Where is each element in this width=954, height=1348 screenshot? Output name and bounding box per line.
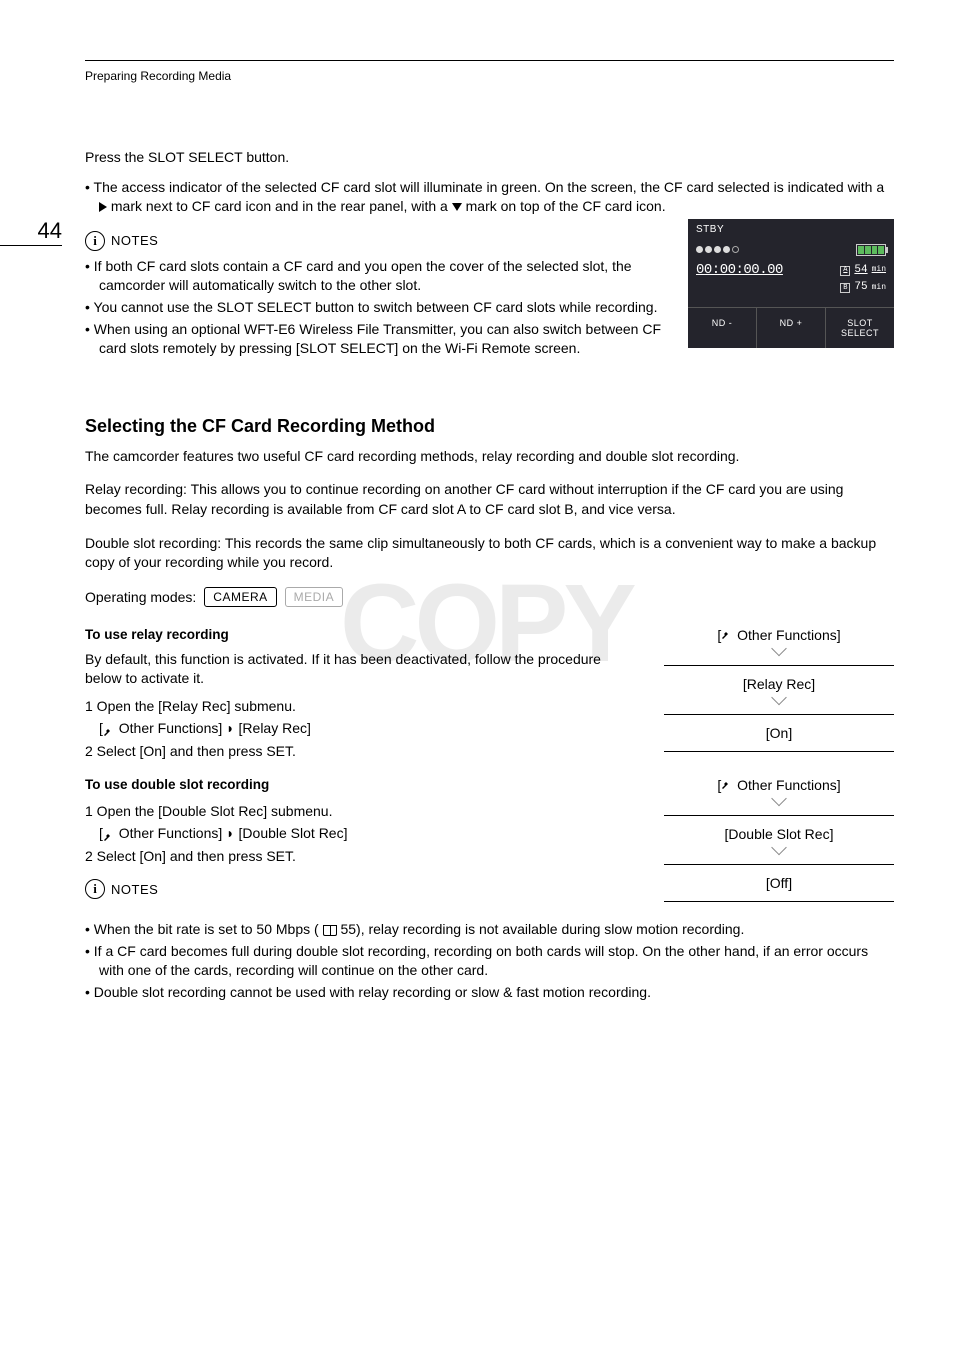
wrench-icon <box>103 724 115 736</box>
mode-camera: CAMERA <box>204 587 276 607</box>
arrow-icon: ◗ <box>226 717 234 739</box>
section-para-2: Relay recording: This allows you to cont… <box>85 480 894 519</box>
section-para-1: The camcorder features two useful CF car… <box>85 447 894 467</box>
info-icon: i <box>85 231 105 251</box>
double-menu-diagram: [ Other Functions] [Double Slot Rec] [Of… <box>664 777 894 902</box>
min-label: min <box>872 282 886 295</box>
path-text: Other Functions] <box>119 720 223 736</box>
double-path: [ Other Functions] ◗ [Double Slot Rec] <box>85 822 634 844</box>
relay-step-2: 2 Select [On] and then press SET. <box>85 740 634 762</box>
card-info: A 54 min B 75 min <box>840 262 886 297</box>
relay-menu-diagram: [ Other Functions] [Relay Rec] [On] <box>664 627 894 752</box>
wrench-icon <box>103 829 115 841</box>
text-fragment: The access indicator of the selected CF … <box>94 179 885 195</box>
wrench-icon <box>721 780 733 792</box>
double-step-2: 2 Select [On] and then press SET. <box>85 845 634 867</box>
section-heading: Selecting the CF Card Recording Method <box>85 416 894 437</box>
min-label: min <box>872 264 886 277</box>
notes-label: NOTES <box>111 233 158 248</box>
notes2-bullet-3: Double slot recording cannot be used wit… <box>85 983 894 1003</box>
connector-icon <box>664 653 894 665</box>
wrench-icon <box>721 630 733 642</box>
timecode: 00:00:00.00 <box>696 262 783 278</box>
dots-icon <box>696 246 739 253</box>
operating-modes-label: Operating modes: <box>85 589 196 605</box>
menu-text: Other Functions] <box>737 777 841 793</box>
relay-step-1: 1 Open the [Relay Rec] submenu. <box>85 695 634 717</box>
operating-modes: Operating modes: CAMERA MEDIA <box>85 587 894 607</box>
text-fragment: When the bit rate is set to 50 Mbps ( <box>94 921 319 937</box>
arrow-icon: ◗ <box>226 822 234 844</box>
text-fragment: 55), relay recording is not available du… <box>340 921 744 937</box>
intro-bullet-1: The access indicator of the selected CF … <box>85 178 894 217</box>
notes2-bullet-1: When the bit rate is set to 50 Mbps ( 55… <box>85 920 894 940</box>
notes-header-2: i NOTES <box>85 879 634 899</box>
nd-plus-button: ND + <box>757 308 826 348</box>
text-fragment: mark on top of the CF card icon. <box>466 198 666 214</box>
path-text: [Relay Rec] <box>239 720 311 736</box>
slot-select-button: SLOT SELECT <box>826 308 894 348</box>
card-a-time: 54 <box>854 262 867 280</box>
down-mark-icon <box>452 203 462 211</box>
nd-minus-button: ND - <box>688 308 757 348</box>
double-heading: To use double slot recording <box>85 777 634 792</box>
breadcrumb: Preparing Recording Media <box>85 69 894 83</box>
play-mark-icon <box>99 202 107 212</box>
card-a-icon: A <box>840 266 850 276</box>
screen-buttons: ND - ND + SLOT SELECT <box>688 307 894 348</box>
relay-desc: By default, this function is activated. … <box>85 650 634 689</box>
notes-header: i NOTES <box>85 231 668 251</box>
notes1-bullet-3: When using an optional WFT-E6 Wireless F… <box>85 320 668 359</box>
path-text: [Double Slot Rec] <box>239 825 348 841</box>
menu-text: Other Functions] <box>737 627 841 643</box>
relay-heading: To use relay recording <box>85 627 634 642</box>
card-b-time: 75 <box>854 279 867 297</box>
page-number: 44 <box>30 218 62 244</box>
screen-timecode-row: 00:00:00.00 A 54 min B 75 min <box>688 258 894 307</box>
notes1-bullet-2: You cannot use the SLOT SELECT button to… <box>85 298 668 318</box>
notes2-bullet-2: If a CF card becomes full during double … <box>85 942 894 981</box>
connector-icon <box>664 803 894 815</box>
screen-graphic: STBY 00:00:00.00 A 54 min <box>688 219 894 348</box>
card-b-icon: B <box>840 283 850 293</box>
path-text: Other Functions] <box>119 825 223 841</box>
menu-item: [Off] <box>664 864 894 902</box>
mode-media: MEDIA <box>285 587 344 607</box>
info-icon: i <box>85 879 105 899</box>
menu-item: [On] <box>664 714 894 752</box>
notes1-bullet-1: If both CF card slots contain a CF card … <box>85 257 668 296</box>
notes1-list: If both CF card slots contain a CF card … <box>85 257 668 359</box>
notes-label: NOTES <box>111 882 158 897</box>
notes2-list: When the bit rate is set to 50 Mbps ( 55… <box>85 920 894 1002</box>
relay-path: [ Other Functions] ◗ [Relay Rec] <box>85 717 634 739</box>
double-step-1: 1 Open the [Double Slot Rec] submenu. <box>85 800 634 822</box>
intro-bullets: The access indicator of the selected CF … <box>85 178 894 217</box>
text-fragment: mark next to CF card icon and in the rea… <box>111 198 452 214</box>
connector-icon <box>664 702 894 714</box>
book-icon <box>323 925 337 936</box>
connector-icon <box>664 852 894 864</box>
page-number-rule <box>0 245 62 246</box>
header-rule <box>85 60 894 61</box>
intro-line: Press the SLOT SELECT button. <box>85 148 894 168</box>
section-para-3: Double slot recording: This records the … <box>85 534 894 573</box>
screen-stby: STBY <box>688 219 894 240</box>
screen-indicators <box>688 240 894 258</box>
battery-icon <box>856 244 886 256</box>
